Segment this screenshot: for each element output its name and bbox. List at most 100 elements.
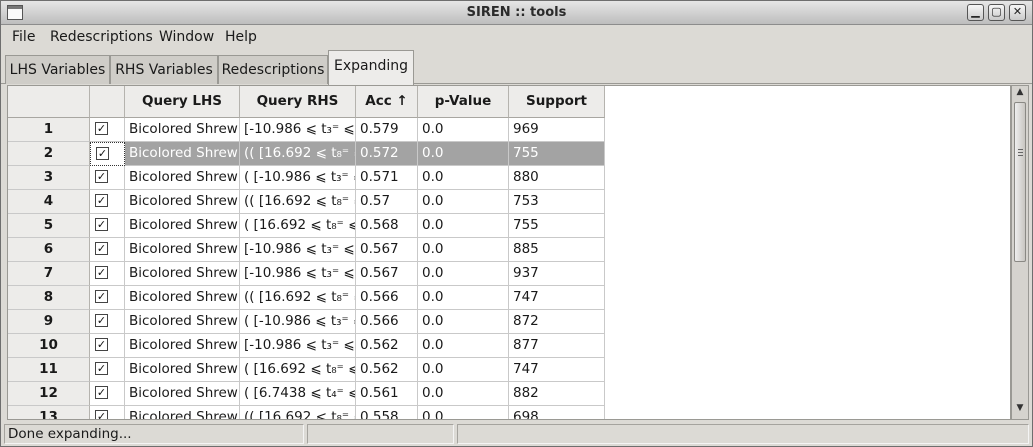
title-bar[interactable]: SIREN :: tools ▁ ▢ ✕ (1, 1, 1032, 25)
p-value-cell[interactable]: 0.0 (418, 406, 509, 419)
column-header-query-rhs[interactable]: Query RHS (240, 86, 356, 118)
acc-cell[interactable]: 0.567 (356, 262, 418, 286)
acc-cell[interactable]: 0.567 (356, 238, 418, 262)
acc-cell[interactable]: 0.571 (356, 166, 418, 190)
row-number[interactable]: 8 (8, 286, 90, 310)
checkbox[interactable]: ✓ (95, 290, 108, 303)
support-cell[interactable]: 755 (509, 214, 605, 238)
support-cell[interactable]: 969 (509, 118, 605, 142)
p-value-cell[interactable]: 0.0 (418, 166, 509, 190)
row-number[interactable]: 12 (8, 382, 90, 406)
scroll-down-arrow-icon[interactable]: ▼ (1014, 403, 1026, 417)
column-header-enabled[interactable] (90, 86, 125, 118)
support-cell[interactable]: 937 (509, 262, 605, 286)
table-row[interactable]: 10 ✓ Bicolored Shrew [-10.986 ⩽ t₃⁼ ⩽ 0.562 0… (8, 334, 1008, 358)
query-rhs-cell[interactable]: (( [16.692 ⩽ t₈⁼ ⩽ (240, 286, 356, 310)
query-lhs-cell[interactable]: Bicolored Shrew (125, 382, 240, 406)
table-row[interactable]: 3 ✓ Bicolored Shrew( [-10.986 ⩽ t₃⁼ ⩽ 0.571… (8, 166, 1008, 190)
table-row[interactable]: 12 ✓ Bicolored Shrew( [6.7438 ⩽ t₄⁼ ⩽ 0.561… (8, 382, 1008, 406)
row-number[interactable]: 5 (8, 214, 90, 238)
table-row[interactable]: 4 ✓ Bicolored Shrew(( [16.692 ⩽ t₈⁼ ⩽ 0.57 0… (8, 190, 1008, 214)
menu-file[interactable]: File (12, 29, 35, 45)
table-row[interactable]: 9 ✓ Bicolored Shrew( [-10.986 ⩽ t₃⁼ ⩽ 0.566… (8, 310, 1008, 334)
checkbox[interactable]: ✓ (95, 410, 108, 419)
table-row[interactable]: 8 ✓ Bicolored Shrew(( [16.692 ⩽ t₈⁼ ⩽ 0.566… (8, 286, 1008, 310)
query-rhs-cell[interactable]: (( [16.692 ⩽ t₈⁼ ⩽ (240, 190, 356, 214)
query-lhs-cell[interactable]: Bicolored Shrew (125, 238, 240, 262)
checkbox[interactable]: ✓ (95, 266, 108, 279)
query-lhs-cell[interactable]: Bicolored Shrew (125, 358, 240, 382)
support-cell[interactable]: 885 (509, 238, 605, 262)
checkbox[interactable]: ✓ (95, 338, 108, 351)
redescription-grid[interactable]: Query LHS Query RHS Acc ↑ p-Value Suppor… (7, 85, 1011, 420)
table-row[interactable]: 11 ✓ Bicolored Shrew( [16.692 ⩽ t₈⁼ ⩽ 0.562… (8, 358, 1008, 382)
tab-lhs-variables[interactable]: LHS Variables (5, 55, 110, 84)
query-rhs-cell[interactable]: [-10.986 ⩽ t₃⁼ ⩽ (240, 238, 356, 262)
checkbox[interactable]: ✓ (95, 170, 108, 183)
vertical-scrollbar[interactable]: ▲ ▼ (1011, 85, 1029, 420)
support-cell[interactable]: 882 (509, 382, 605, 406)
p-value-cell[interactable]: 0.0 (418, 118, 509, 142)
table-row[interactable]: 5 ✓ Bicolored Shrew( [16.692 ⩽ t₈⁼ ⩽ 0.568 0… (8, 214, 1008, 238)
checkbox[interactable]: ✓ (95, 386, 108, 399)
minimize-button[interactable]: ▁ (967, 4, 984, 21)
acc-cell[interactable]: 0.561 (356, 382, 418, 406)
p-value-cell[interactable]: 0.0 (418, 382, 509, 406)
p-value-cell[interactable]: 0.0 (418, 334, 509, 358)
row-number[interactable]: 9 (8, 310, 90, 334)
tab-expanding[interactable]: Expanding (328, 50, 414, 85)
p-value-cell[interactable]: 0.0 (418, 214, 509, 238)
column-header-support[interactable]: Support (509, 86, 605, 118)
query-rhs-cell[interactable]: ( [16.692 ⩽ t₈⁼ ⩽ (240, 214, 356, 238)
row-number[interactable]: 10 (8, 334, 90, 358)
tab-rhs-variables[interactable]: RHS Variables (110, 55, 218, 84)
acc-cell[interactable]: 0.562 (356, 334, 418, 358)
acc-cell[interactable]: 0.568 (356, 214, 418, 238)
query-lhs-cell[interactable]: Bicolored Shrew (125, 142, 240, 166)
query-rhs-cell[interactable]: (( [16.692 ⩽ t₈⁼ ⩽ (240, 406, 356, 419)
p-value-cell[interactable]: 0.0 (418, 358, 509, 382)
p-value-cell[interactable]: 0.0 (418, 262, 509, 286)
acc-cell[interactable]: 0.579 (356, 118, 418, 142)
checkbox[interactable]: ✓ (95, 122, 108, 135)
row-number[interactable]: 13 (8, 406, 90, 419)
p-value-cell[interactable]: 0.0 (418, 190, 509, 214)
table-row[interactable]: 7 ✓ Bicolored Shrew [-10.986 ⩽ t₃⁼ ⩽ 0.567 0.… (8, 262, 1008, 286)
query-rhs-cell[interactable]: ( [-10.986 ⩽ t₃⁼ ⩽ (240, 166, 356, 190)
p-value-cell[interactable]: 0.0 (418, 238, 509, 262)
support-cell[interactable]: 877 (509, 334, 605, 358)
acc-cell[interactable]: 0.562 (356, 358, 418, 382)
query-lhs-cell[interactable]: Bicolored Shrew (125, 406, 240, 419)
query-rhs-cell[interactable]: ( [6.7438 ⩽ t₄⁼ ⩽ (240, 382, 356, 406)
p-value-cell[interactable]: 0.0 (418, 310, 509, 334)
row-number[interactable]: 1 (8, 118, 90, 142)
checkbox[interactable]: ✓ (95, 242, 108, 255)
scroll-up-arrow-icon[interactable]: ▲ (1014, 87, 1026, 101)
query-rhs-cell[interactable]: [-10.986 ⩽ t₃⁼ ⩽ (240, 262, 356, 286)
support-cell[interactable]: 755 (509, 142, 605, 166)
query-lhs-cell[interactable]: Bicolored Shrew (125, 334, 240, 358)
support-cell[interactable]: 747 (509, 358, 605, 382)
query-rhs-cell[interactable]: ( [-10.986 ⩽ t₃⁼ ⩽ (240, 310, 356, 334)
scrollbar-thumb[interactable] (1014, 102, 1026, 262)
column-header-p-value[interactable]: p-Value (418, 86, 509, 118)
query-lhs-cell[interactable]: Bicolored Shrew (125, 190, 240, 214)
acc-cell[interactable]: 0.57 (356, 190, 418, 214)
query-rhs-cell[interactable]: ( [16.692 ⩽ t₈⁼ ⩽ (240, 358, 356, 382)
checkbox[interactable]: ✓ (95, 314, 108, 327)
query-lhs-cell[interactable]: Bicolored Shrew (125, 310, 240, 334)
support-cell[interactable]: 872 (509, 310, 605, 334)
p-value-cell[interactable]: 0.0 (418, 286, 509, 310)
query-rhs-cell[interactable]: [-10.986 ⩽ t₃⁼ ⩽ (240, 334, 356, 358)
support-cell[interactable]: 698 (509, 406, 605, 419)
row-number[interactable]: 11 (8, 358, 90, 382)
acc-cell[interactable]: 0.572 (356, 142, 418, 166)
table-row[interactable]: 2 ✓ Bicolored Shrew(( [16.692 ⩽ t₈⁼ ⩽ 0.572… (8, 142, 1008, 166)
query-lhs-cell[interactable]: Bicolored Shrew (125, 118, 240, 142)
checkbox[interactable]: ✓ (95, 362, 108, 375)
support-cell[interactable]: 880 (509, 166, 605, 190)
acc-cell[interactable]: 0.558 (356, 406, 418, 419)
row-number[interactable]: 3 (8, 166, 90, 190)
column-header-acc[interactable]: Acc ↑ (356, 86, 418, 118)
query-rhs-cell[interactable]: (( [16.692 ⩽ t₈⁼ ⩽ (240, 142, 356, 166)
